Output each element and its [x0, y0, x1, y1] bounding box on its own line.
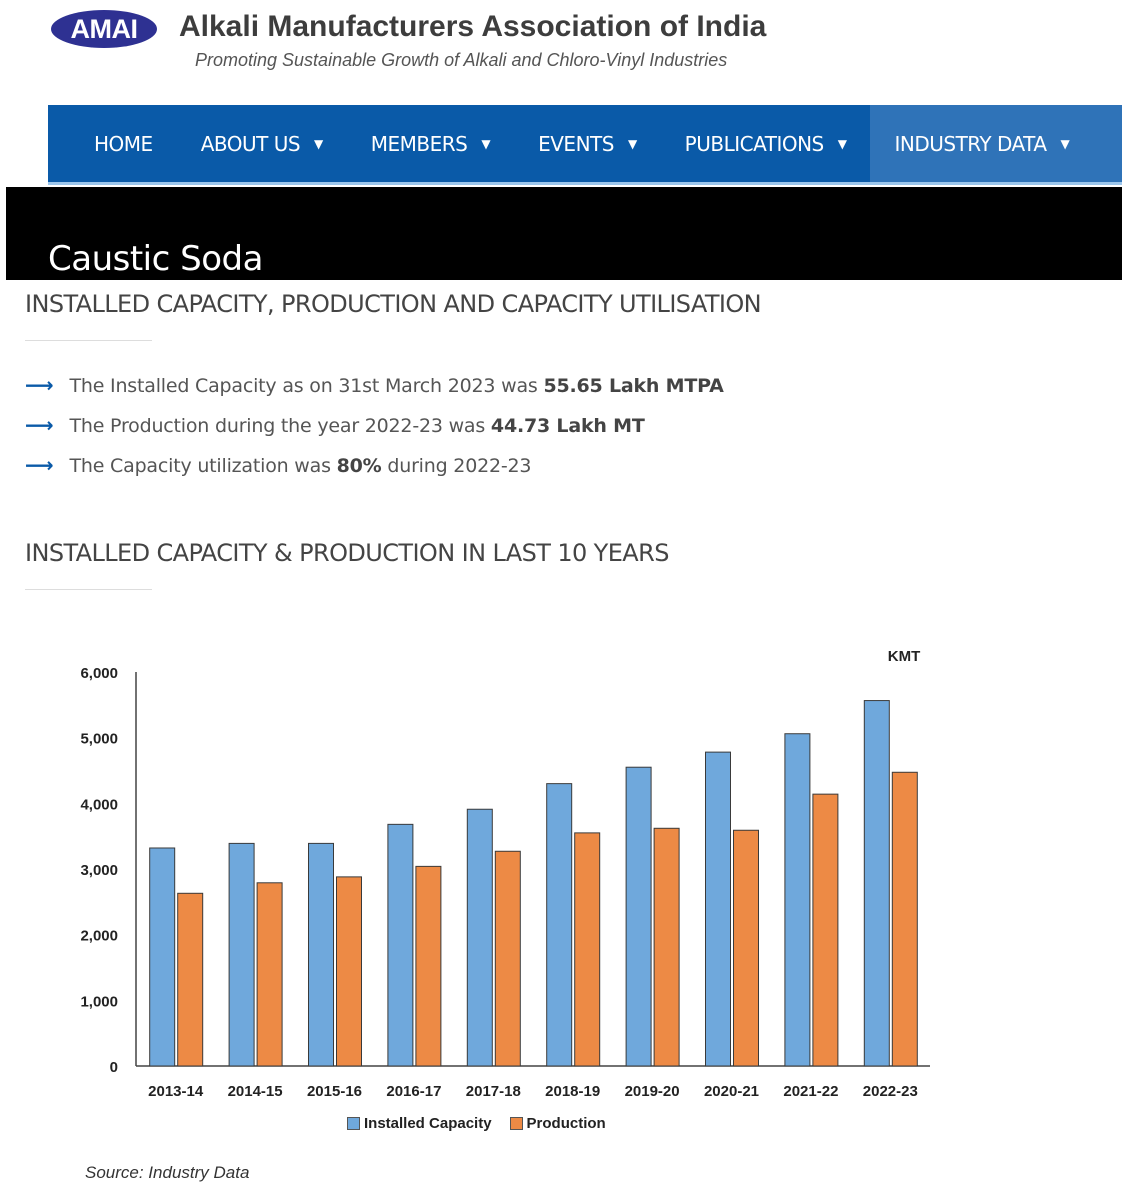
bar-production [891, 771, 918, 1067]
bar-installed-capacity [784, 733, 811, 1067]
chevron-down-icon: ▼ [627, 136, 637, 151]
bar-production [653, 827, 680, 1067]
y-tick-label: 1,000 [80, 993, 118, 1010]
y-tick-label: 5,000 [80, 731, 118, 748]
chevron-down-icon: ▼ [314, 136, 323, 151]
chevron-down-icon: ▼ [1060, 136, 1070, 151]
bar-installed-capacity [546, 783, 573, 1067]
x-tick-label: 2017-18 [466, 1083, 521, 1100]
y-tick-label: 6,000 [80, 665, 118, 682]
x-tick-label: 2016-17 [386, 1083, 441, 1100]
arrow-right-icon: ⟶ [25, 413, 54, 437]
x-tick-label: 2020-21 [704, 1083, 759, 1100]
bar-installed-capacity [149, 847, 176, 1067]
legend-label: Production [526, 1115, 606, 1132]
legend-item-installed-capacity: Installed Capacity [347, 1115, 492, 1132]
arrow-right-icon: ⟶ [25, 453, 54, 477]
nav-industry-data[interactable]: INDUSTRY DATA ▼ [870, 105, 1122, 182]
source-note: Source: Industry Data [85, 1163, 250, 1182]
bar-production [812, 793, 839, 1067]
x-tick-label: 2022-23 [863, 1083, 918, 1100]
x-tick-label: 2019-20 [625, 1083, 680, 1100]
nav-industry-data-label: INDUSTRY DATA [894, 131, 1047, 156]
section-heading-capacity: INSTALLED CAPACITY, PRODUCTION AND CAPAC… [25, 290, 762, 318]
bar-production [336, 876, 362, 1067]
bullet-value: 44.73 Lakh MT [490, 415, 645, 437]
bar-installed-capacity [466, 808, 493, 1067]
bullet-installed-capacity: ⟶ The Installed Capacity as on 31st March… [25, 373, 724, 397]
y-tick-label: 3,000 [80, 862, 118, 879]
bar-production [256, 882, 283, 1067]
bar-installed-capacity [625, 766, 652, 1067]
section-heading-chart: INSTALLED CAPACITY & PRODUCTION IN LAST … [25, 539, 669, 567]
bullet-utilization: ⟶ The Capacity utilization was 80% during… [25, 453, 531, 477]
bar-production [494, 850, 521, 1067]
y-tick-label: 2,000 [80, 928, 118, 945]
chart-legend: Installed Capacity Production [347, 1115, 606, 1132]
nav-about-us-label: ABOUT US [200, 131, 301, 156]
site-title: Alkali Manufacturers Association of Indi… [179, 10, 767, 43]
bullet-value: 55.65 Lakh MTPA [543, 375, 724, 397]
bullet-text: The Production during the year 2022-23 w… [69, 415, 491, 437]
bar-installed-capacity [308, 842, 334, 1067]
bullet-text: The Capacity utilization was [69, 455, 337, 477]
amai-logo[interactable]: AMAI [51, 10, 157, 48]
bar-installed-capacity [705, 751, 731, 1067]
heading-divider [25, 340, 152, 341]
nav-publications-label: PUBLICATIONS [684, 131, 825, 156]
bar-installed-capacity [228, 842, 255, 1067]
x-tick-label: 2015-16 [307, 1083, 362, 1100]
chevron-down-icon: ▼ [837, 136, 847, 151]
bar-production [177, 892, 204, 1067]
nav-members[interactable]: MEMBERS ▼ [347, 105, 514, 182]
legend-item-production: Production [509, 1115, 606, 1132]
bar-production [415, 865, 442, 1067]
bullet-value: 80% [336, 455, 382, 477]
main-nav: HOME ABOUT US ▼ MEMBERS ▼ EVENTS ▼ PUBLI… [48, 105, 1122, 182]
heading-divider [25, 589, 152, 590]
nav-events[interactable]: EVENTS ▼ [514, 105, 661, 182]
nav-publications[interactable]: PUBLICATIONS ▼ [661, 105, 871, 182]
bar-production [574, 832, 601, 1067]
bar-production [733, 829, 759, 1067]
bar-installed-capacity [863, 700, 890, 1067]
capacity-production-chart: 0 1,000 2,000 3,000 4,000 5,000 6,000 KMT 2013-1… [80, 648, 930, 1100]
legend-label: Installed Capacity [364, 1115, 492, 1132]
bullet-production: ⟶ The Production during the year 2022-23 … [25, 413, 645, 437]
page-title: Caustic Soda [48, 239, 263, 279]
x-tick-label: 2014-15 [228, 1083, 283, 1100]
bullet-suffix: during 2022-23 [381, 455, 532, 477]
nav-about-us[interactable]: ABOUT US ▼ [177, 105, 347, 182]
nav-members-label: MEMBERS [370, 131, 468, 156]
bar-installed-capacity [387, 823, 414, 1067]
nav-underline [48, 182, 1122, 185]
nav-home-label: HOME [94, 131, 153, 156]
nav-home[interactable]: HOME [48, 105, 177, 182]
unit-label: KMT [888, 648, 921, 665]
y-tick-label: 4,000 [80, 796, 118, 813]
bullet-text: The Installed Capacity as on 31st March … [69, 375, 544, 397]
nav-events-label: EVENTS [538, 131, 614, 156]
chevron-down-icon: ▼ [481, 136, 491, 151]
y-tick-label: 0 [110, 1059, 118, 1076]
legend-swatch [509, 1117, 523, 1130]
x-tick-label: 2013-14 [148, 1083, 204, 1100]
site-tagline: Promoting Sustainable Growth of Alkali a… [195, 50, 728, 70]
arrow-right-icon: ⟶ [25, 373, 54, 397]
page-banner: Caustic Soda [6, 187, 1122, 280]
x-tick-label: 2018-19 [545, 1083, 600, 1100]
legend-swatch [347, 1117, 360, 1130]
x-tick-label: 2021-22 [783, 1083, 838, 1100]
